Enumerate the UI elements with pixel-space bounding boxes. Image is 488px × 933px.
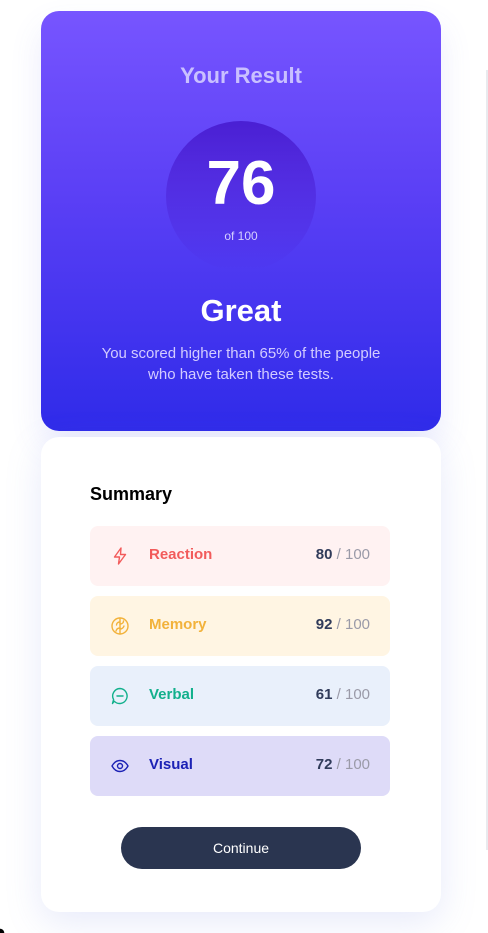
- score-max: / 100: [332, 616, 370, 633]
- summary-row-label: Memory: [149, 616, 207, 633]
- score-value: 92: [315, 616, 333, 633]
- score-max: / 100: [332, 756, 370, 773]
- chat-icon: [110, 686, 130, 706]
- eye-icon: [110, 756, 130, 776]
- score-max: / 100: [332, 546, 370, 563]
- summary-row-memory: Memory 92 / 100: [90, 596, 390, 656]
- summary-row-label: Reaction: [149, 546, 213, 563]
- summary-row-verbal: Verbal 61 / 100: [90, 666, 390, 726]
- score-value: 61: [315, 686, 333, 703]
- score-max: / 100: [332, 686, 370, 703]
- score-circle: 76 of 100: [166, 121, 316, 271]
- rating-description: You scored higher than 65% of the people…: [101, 345, 381, 383]
- score-value: 72: [315, 756, 333, 773]
- summary-row-score: 92 / 100: [316, 616, 370, 633]
- summary-row-label: Visual: [149, 756, 193, 773]
- summary-card: Summary Reaction 80 / 100 Memory 92 / 10…: [41, 437, 441, 912]
- score-value: 80: [315, 546, 333, 563]
- summary-title: Summary: [90, 484, 173, 504]
- result-title: Your Result: [180, 63, 302, 88]
- summary-row-score: 80 / 100: [316, 546, 370, 563]
- summary-row-reaction: Reaction 80 / 100: [90, 526, 390, 586]
- summary-row-visual: Visual 72 / 100: [90, 736, 390, 796]
- rating-label: Great: [200, 293, 282, 328]
- score-max-label: of 100: [224, 229, 258, 243]
- result-card: Your Result 76 of 100 Great You scored h…: [41, 11, 441, 431]
- summary-row-label: Verbal: [149, 686, 195, 703]
- corner-mark: [0, 925, 8, 933]
- score-value: 76: [206, 149, 276, 218]
- continue-button[interactable]: Continue: [121, 827, 361, 869]
- brain-icon: [110, 616, 130, 636]
- summary-row-score: 72 / 100: [316, 756, 370, 773]
- summary-row-score: 61 / 100: [316, 686, 370, 703]
- lightning-icon: [110, 546, 130, 566]
